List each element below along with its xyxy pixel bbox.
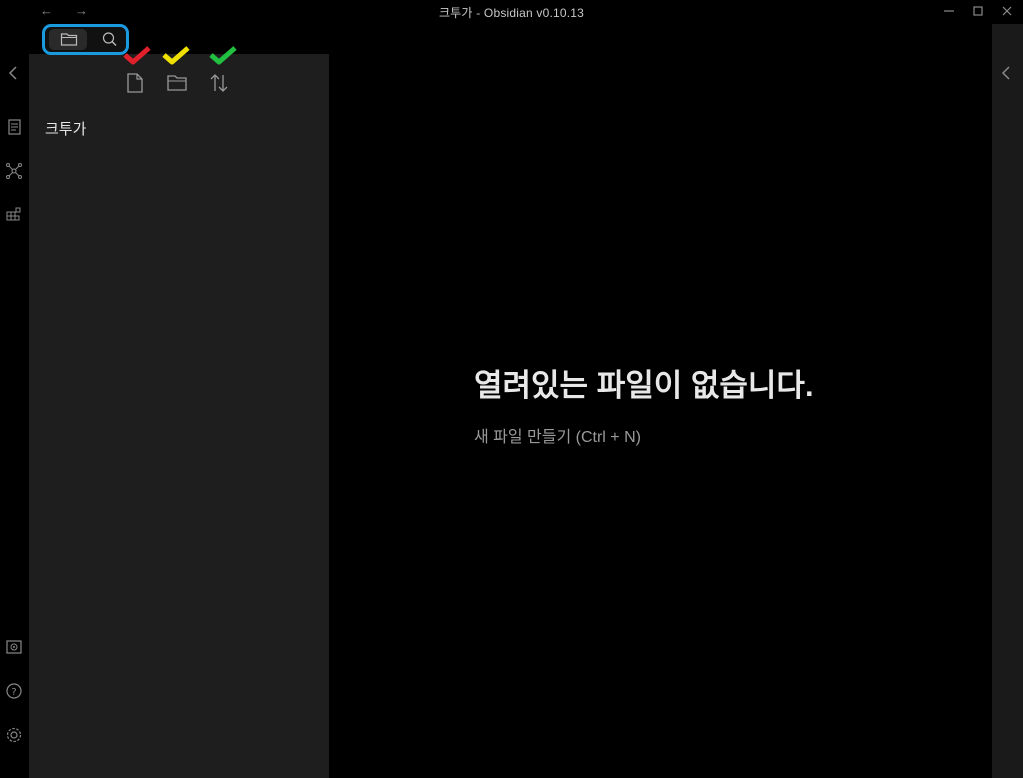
expand-right-sidebar-icon[interactable] — [998, 64, 1016, 82]
left-ribbon: ? — [0, 24, 29, 778]
vault-switcher-icon[interactable] — [5, 638, 23, 656]
window-title: 크투가 - Obsidian v0.10.13 — [438, 6, 585, 20]
right-sidebar-collapsed — [992, 24, 1023, 778]
help-icon[interactable]: ? — [5, 682, 23, 700]
close-icon[interactable] — [1000, 4, 1014, 18]
create-new-file-link[interactable]: 새 파일 만들기 (Ctrl + N) — [474, 423, 641, 447]
graph-view-icon[interactable] — [5, 162, 23, 180]
title-bar: ← → 크투가 - Obsidian v0.10.13 — [0, 0, 1023, 24]
yellow-check-mark-icon — [162, 46, 190, 65]
file-explorer-panel — [29, 54, 329, 778]
sidebar-tab-group — [42, 24, 129, 55]
tab-file-explorer[interactable] — [49, 29, 87, 50]
quick-switcher-icon[interactable] — [5, 118, 23, 136]
maximize-icon[interactable] — [971, 4, 985, 18]
vault-root-folder[interactable]: 크투가 — [45, 118, 86, 139]
red-check-mark-icon — [123, 46, 151, 65]
plugins-grid-icon[interactable] — [5, 206, 23, 224]
new-folder-icon[interactable] — [166, 72, 188, 94]
collapse-sidebar-icon[interactable] — [5, 64, 23, 82]
sort-icon[interactable] — [208, 72, 230, 94]
new-file-icon[interactable] — [124, 72, 146, 94]
search-icon — [102, 32, 117, 46]
green-check-mark-icon — [209, 46, 237, 65]
minimize-icon[interactable] — [942, 4, 956, 18]
svg-text:?: ? — [11, 687, 16, 698]
empty-state-title: 열려있는 파일이 없습니다. — [474, 368, 814, 403]
folder-icon — [60, 33, 78, 46]
settings-gear-icon[interactable] — [5, 726, 23, 744]
